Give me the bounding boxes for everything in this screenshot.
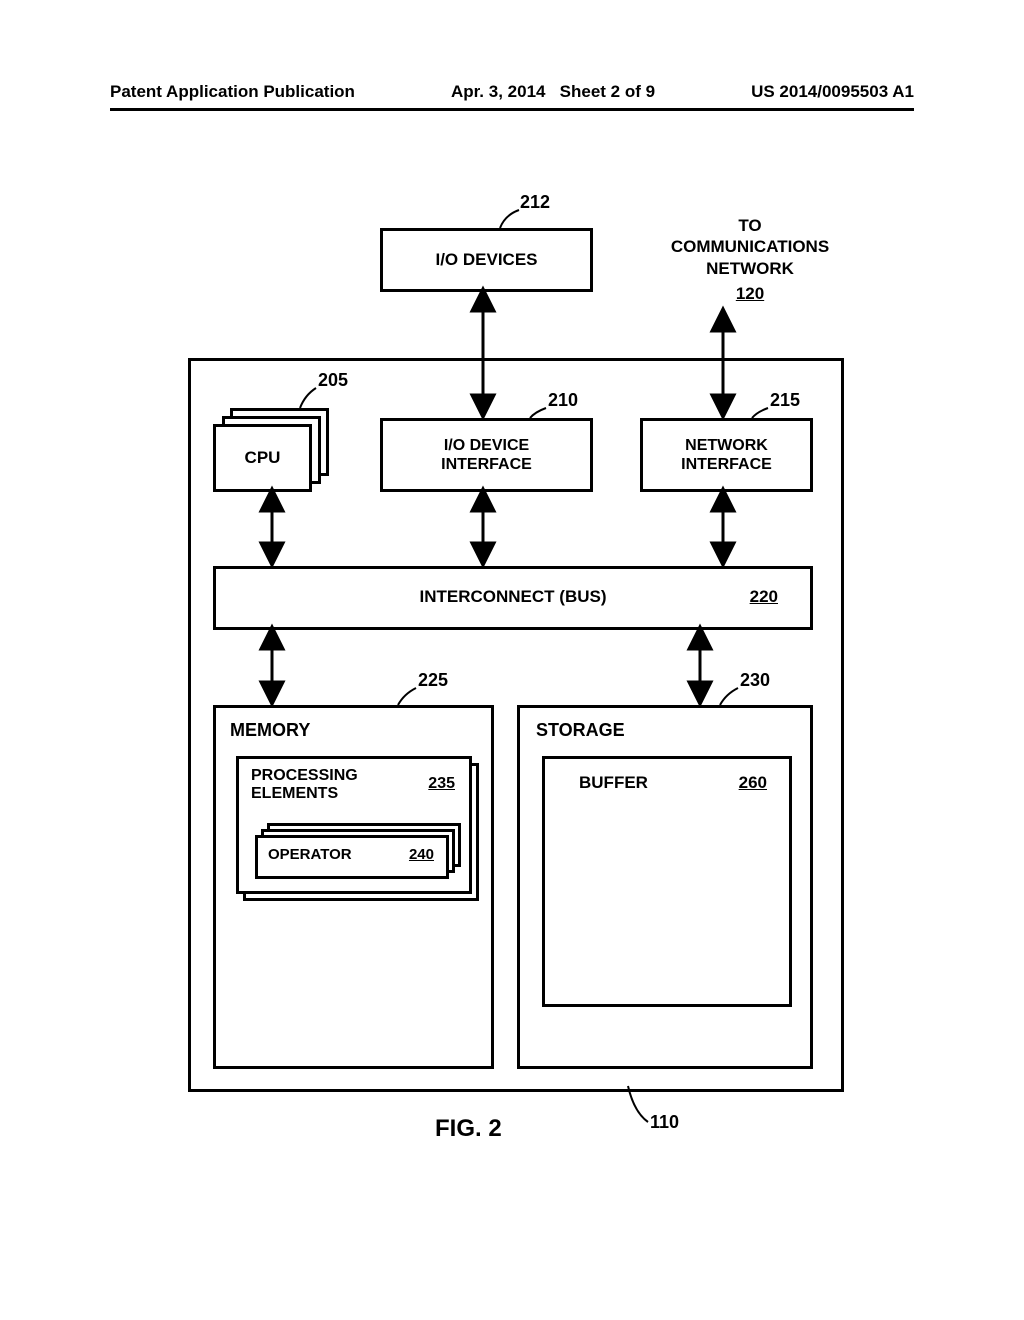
buffer-label: BUFFER xyxy=(579,773,648,793)
memory-title: MEMORY xyxy=(230,720,310,741)
ref-212: 212 xyxy=(520,192,550,213)
processing-elements-box: PROCESSING ELEMENTS 235 OPERATOR 240 xyxy=(236,756,472,894)
io-devices-box: I/O DEVICES xyxy=(380,228,593,292)
io-interface-box: I/O DEVICE INTERFACE xyxy=(380,418,593,492)
buffer-box: BUFFER 260 xyxy=(542,756,792,1007)
cpu-label: CPU xyxy=(245,448,281,468)
buffer-ref: 260 xyxy=(739,773,767,793)
ref-215: 215 xyxy=(770,390,800,411)
memory-box: MEMORY PROCESSING ELEMENTS 235 OPERATOR … xyxy=(213,705,494,1069)
comm-network-ref: 120 xyxy=(640,283,860,304)
io-interface-label: I/O DEVICE INTERFACE xyxy=(441,436,532,474)
ref-210: 210 xyxy=(548,390,578,411)
cpu-box: CPU xyxy=(213,424,312,492)
patent-page: Patent Application Publication Apr. 3, 2… xyxy=(0,0,1024,1320)
storage-box: STORAGE BUFFER 260 xyxy=(517,705,813,1069)
comm-network-label: TO COMMUNICATIONS NETWORK 120 xyxy=(640,215,860,304)
ref-225: 225 xyxy=(418,670,448,691)
network-interface-label: NETWORK INTERFACE xyxy=(681,436,772,474)
bus-ref: 220 xyxy=(750,587,778,607)
bus-label: INTERCONNECT (BUS) xyxy=(216,587,810,607)
figure-caption: FIG. 2 xyxy=(435,1115,502,1143)
page-header: Patent Application Publication Apr. 3, 2… xyxy=(110,82,914,111)
operator-box: OPERATOR 240 xyxy=(255,835,449,879)
storage-title: STORAGE xyxy=(536,720,625,741)
pe-label: PROCESSING ELEMENTS xyxy=(251,767,358,804)
date-sheet: Apr. 3, 2014 Sheet 2 of 9 xyxy=(451,82,655,102)
network-interface-box: NETWORK INTERFACE xyxy=(640,418,813,492)
operator-label: OPERATOR xyxy=(268,846,352,863)
operator-ref: 240 xyxy=(409,846,434,863)
publication-label: Patent Application Publication xyxy=(110,82,355,102)
ref-110: 110 xyxy=(650,1112,679,1133)
ref-205: 205 xyxy=(318,370,348,391)
ref-230: 230 xyxy=(740,670,770,691)
doc-number: US 2014/0095503 A1 xyxy=(751,82,914,102)
bus-box: INTERCONNECT (BUS) 220 xyxy=(213,566,813,630)
io-devices-label: I/O DEVICES xyxy=(435,250,537,270)
pe-ref: 235 xyxy=(428,775,455,793)
